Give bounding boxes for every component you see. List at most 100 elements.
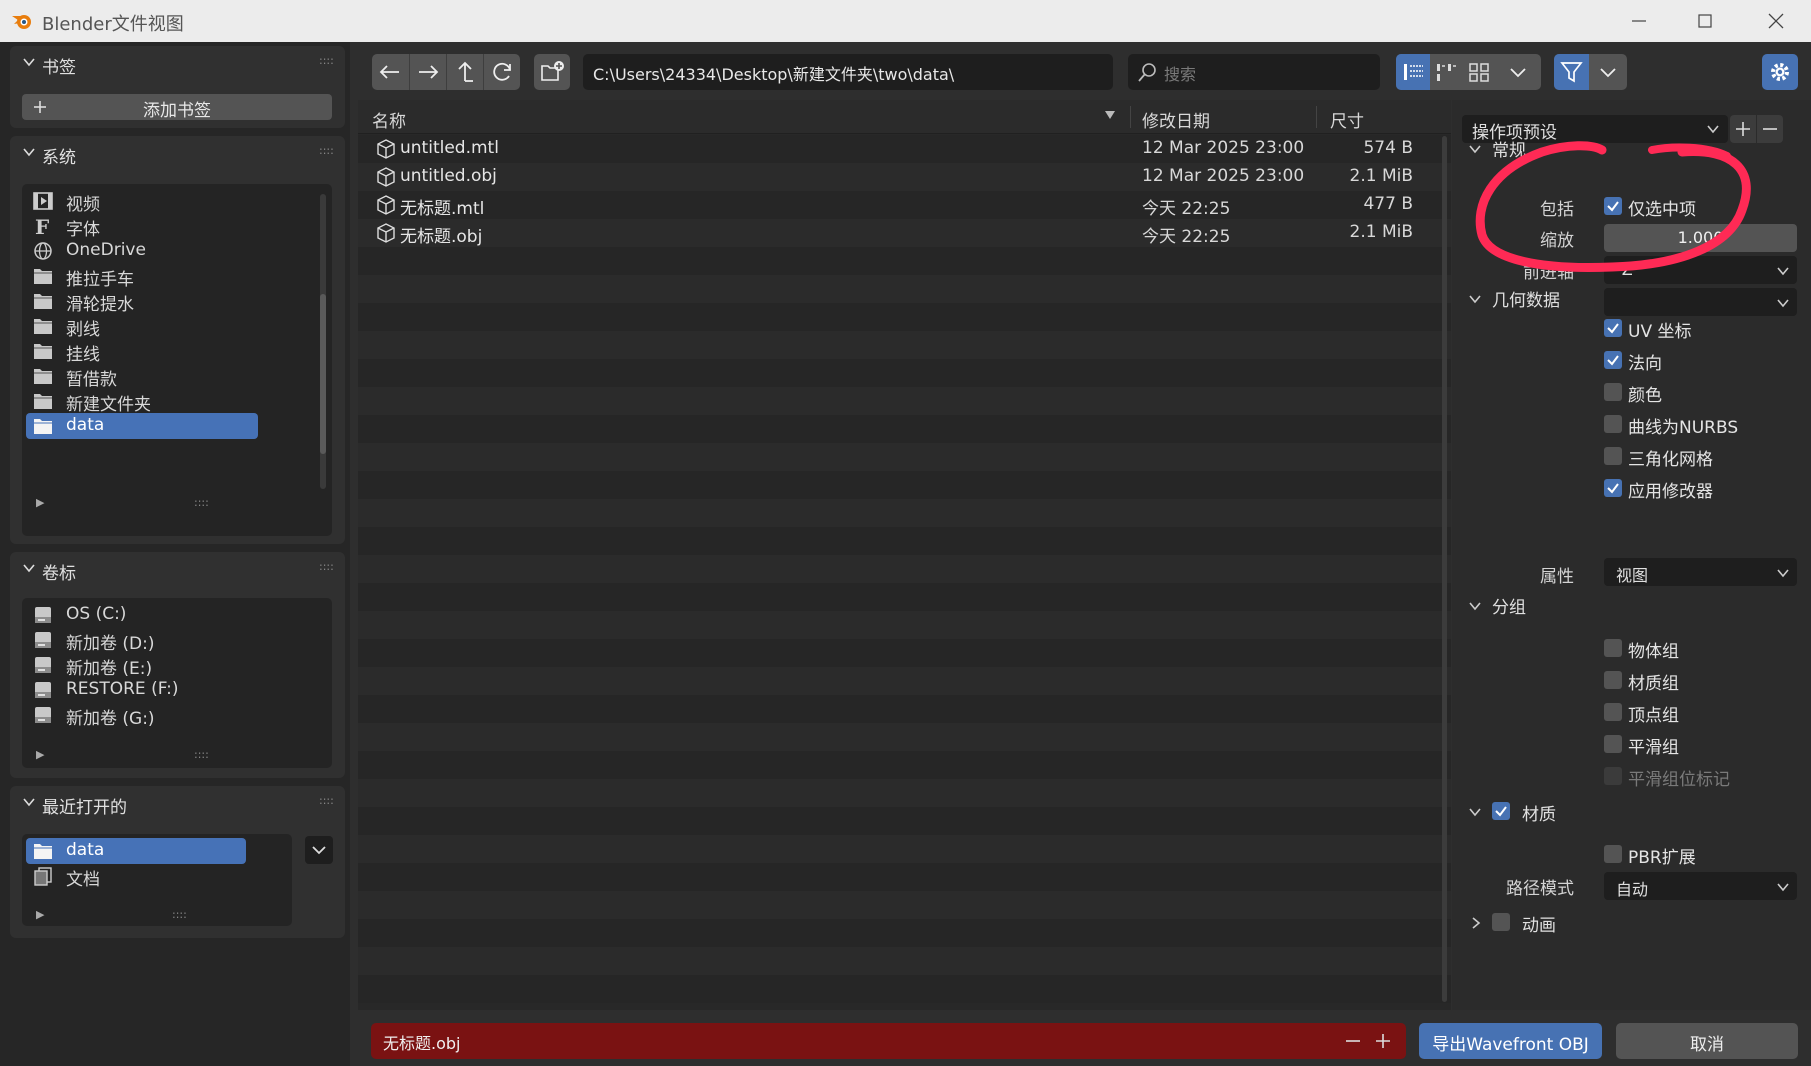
- scrollbar[interactable]: [320, 194, 326, 489]
- column-date-header[interactable]: 修改日期: [1142, 107, 1210, 132]
- drag-grip-icon[interactable]: ::::: [319, 794, 334, 807]
- parent-directory-button[interactable]: [446, 54, 483, 90]
- forward-button[interactable]: [409, 54, 446, 90]
- materials-checkbox[interactable]: [1492, 802, 1510, 820]
- file-row[interactable]: untitled.mtl 12 Mar 2025 23:00 574 B: [358, 135, 1451, 163]
- path-mode-dropdown[interactable]: 自动: [1604, 872, 1797, 900]
- option-label[interactable]: 物体组: [1628, 637, 1679, 662]
- sidebar-item[interactable]: 剥线: [26, 313, 258, 340]
- column-divider[interactable]: [1130, 106, 1131, 128]
- resize-grip-icon[interactable]: ::::: [172, 908, 187, 921]
- decrement-button[interactable]: [1343, 1031, 1363, 1051]
- sidebar-item[interactable]: 暂借款: [26, 363, 258, 390]
- volumes-header[interactable]: 卷标 ::::: [10, 552, 345, 586]
- minimize-icon[interactable]: [1628, 10, 1650, 32]
- sidebar-item[interactable]: OneDrive: [26, 238, 258, 264]
- scrollbar[interactable]: [1442, 136, 1447, 1002]
- grouping-section-header[interactable]: 分组: [1468, 590, 1768, 618]
- path-field[interactable]: C:\Users\24334\Desktop\新建文件夹\two\data\: [583, 54, 1113, 90]
- sidebar-item[interactable]: data: [26, 413, 258, 439]
- drag-grip-icon[interactable]: ::::: [319, 144, 334, 157]
- file-row[interactable]: 无标题.obj 今天 22:25 2.1 MiB: [358, 219, 1451, 247]
- chevron-down-icon[interactable]: [22, 146, 36, 158]
- option-label[interactable]: 平滑组: [1628, 733, 1679, 758]
- display-options-dropdown[interactable]: [1496, 54, 1541, 90]
- sidebar-item[interactable]: 滑轮提水: [26, 288, 258, 315]
- chevron-down-icon[interactable]: [22, 796, 36, 808]
- vertical-list-button[interactable]: [1396, 54, 1430, 90]
- sidebar-item[interactable]: 新加卷 (E:): [26, 652, 296, 679]
- sidebar-item[interactable]: 新加卷 (D:): [26, 627, 296, 654]
- sidebar-item[interactable]: OS (C:): [26, 602, 296, 628]
- option-label[interactable]: 顶点组: [1628, 701, 1679, 726]
- sidebar-item[interactable]: 新加卷 (G:): [26, 702, 296, 729]
- option-checkbox[interactable]: [1604, 671, 1622, 689]
- chevron-down-icon[interactable]: [22, 56, 36, 68]
- option-label[interactable]: 应用修改器: [1628, 477, 1713, 502]
- materials-section-header[interactable]: 材质: [1468, 800, 1768, 828]
- option-checkbox[interactable]: [1604, 383, 1622, 401]
- drag-grip-icon[interactable]: ::::: [319, 54, 334, 67]
- sidebar-item[interactable]: 新建文件夹: [26, 388, 258, 415]
- resize-grip-icon[interactable]: ::::: [194, 748, 209, 761]
- search-input[interactable]: 搜索: [1128, 54, 1380, 90]
- refresh-button[interactable]: [483, 54, 520, 90]
- pbr-extensions-checkbox[interactable]: [1604, 845, 1622, 863]
- resize-grip-icon[interactable]: ::::: [194, 496, 209, 509]
- geometry-section-header[interactable]: 几何数据: [1468, 283, 1768, 311]
- sidebar-item[interactable]: 文档: [26, 863, 246, 890]
- option-checkbox[interactable]: [1604, 415, 1622, 433]
- back-button[interactable]: [372, 54, 409, 90]
- column-name-header[interactable]: 名称: [372, 107, 406, 132]
- thumbnail-button[interactable]: [1462, 54, 1496, 90]
- file-row[interactable]: 无标题.mtl 今天 22:25 477 B: [358, 191, 1451, 219]
- maximize-icon[interactable]: [1694, 10, 1716, 32]
- bookmarks-header[interactable]: 书签 ::::: [10, 46, 345, 80]
- drag-grip-icon[interactable]: ::::: [319, 560, 334, 573]
- option-checkbox[interactable]: [1604, 351, 1622, 369]
- filename-field[interactable]: 无标题.obj: [371, 1023, 1406, 1059]
- chevron-down-icon[interactable]: [22, 562, 36, 574]
- sidebar-item[interactable]: 挂线: [26, 338, 258, 365]
- animation-section-header[interactable]: 动画: [1468, 910, 1768, 938]
- option-label[interactable]: 材质组: [1628, 669, 1679, 694]
- export-button[interactable]: 导出Wavefront OBJ: [1419, 1023, 1602, 1059]
- properties-dropdown[interactable]: 视图: [1604, 558, 1797, 586]
- recent-menu-button[interactable]: [305, 836, 333, 864]
- option-checkbox[interactable]: [1604, 319, 1622, 337]
- horizontal-list-button[interactable]: [1430, 54, 1462, 90]
- option-label[interactable]: 法向: [1628, 349, 1662, 374]
- expand-arrow-icon[interactable]: ▶: [36, 908, 44, 921]
- option-label[interactable]: 颜色: [1628, 381, 1662, 406]
- expand-arrow-icon[interactable]: ▶: [36, 496, 44, 509]
- recent-header[interactable]: 最近打开的 ::::: [10, 786, 345, 820]
- option-checkbox[interactable]: [1604, 735, 1622, 753]
- sidebar-item[interactable]: F 字体: [26, 213, 258, 240]
- add-bookmark-button[interactable]: 添加书签: [22, 94, 332, 121]
- expand-arrow-icon[interactable]: ▶: [36, 748, 44, 761]
- cancel-button[interactable]: 取消: [1616, 1023, 1798, 1059]
- sidebar-item[interactable]: 推拉手车: [26, 263, 258, 290]
- new-folder-button[interactable]: [534, 54, 570, 90]
- option-label[interactable]: UV 坐标: [1628, 317, 1691, 342]
- filter-toggle-button[interactable]: [1554, 54, 1589, 90]
- option-label[interactable]: 三角化网格: [1628, 445, 1713, 470]
- settings-toggle-button[interactable]: [1762, 54, 1798, 90]
- option-checkbox[interactable]: [1604, 639, 1622, 657]
- filter-options-dropdown[interactable]: [1589, 54, 1627, 90]
- option-checkbox[interactable]: [1604, 703, 1622, 721]
- sidebar-item[interactable]: RESTORE (F:): [26, 677, 296, 703]
- increment-button[interactable]: [1373, 1031, 1393, 1051]
- system-header[interactable]: 系统 ::::: [10, 136, 345, 170]
- file-row[interactable]: untitled.obj 12 Mar 2025 23:00 2.1 MiB: [358, 163, 1451, 191]
- animation-checkbox[interactable]: [1492, 913, 1510, 931]
- option-checkbox[interactable]: [1604, 447, 1622, 465]
- pbr-extensions-label[interactable]: PBR扩展: [1628, 843, 1696, 868]
- option-label[interactable]: 曲线为NURBS: [1628, 413, 1738, 438]
- column-divider[interactable]: [1316, 106, 1317, 128]
- column-size-header[interactable]: 尺寸: [1330, 107, 1364, 132]
- sidebar-item[interactable]: 视频: [26, 188, 258, 215]
- close-icon[interactable]: [1765, 10, 1787, 32]
- sidebar-item[interactable]: data: [26, 838, 246, 864]
- option-checkbox[interactable]: [1604, 479, 1622, 497]
